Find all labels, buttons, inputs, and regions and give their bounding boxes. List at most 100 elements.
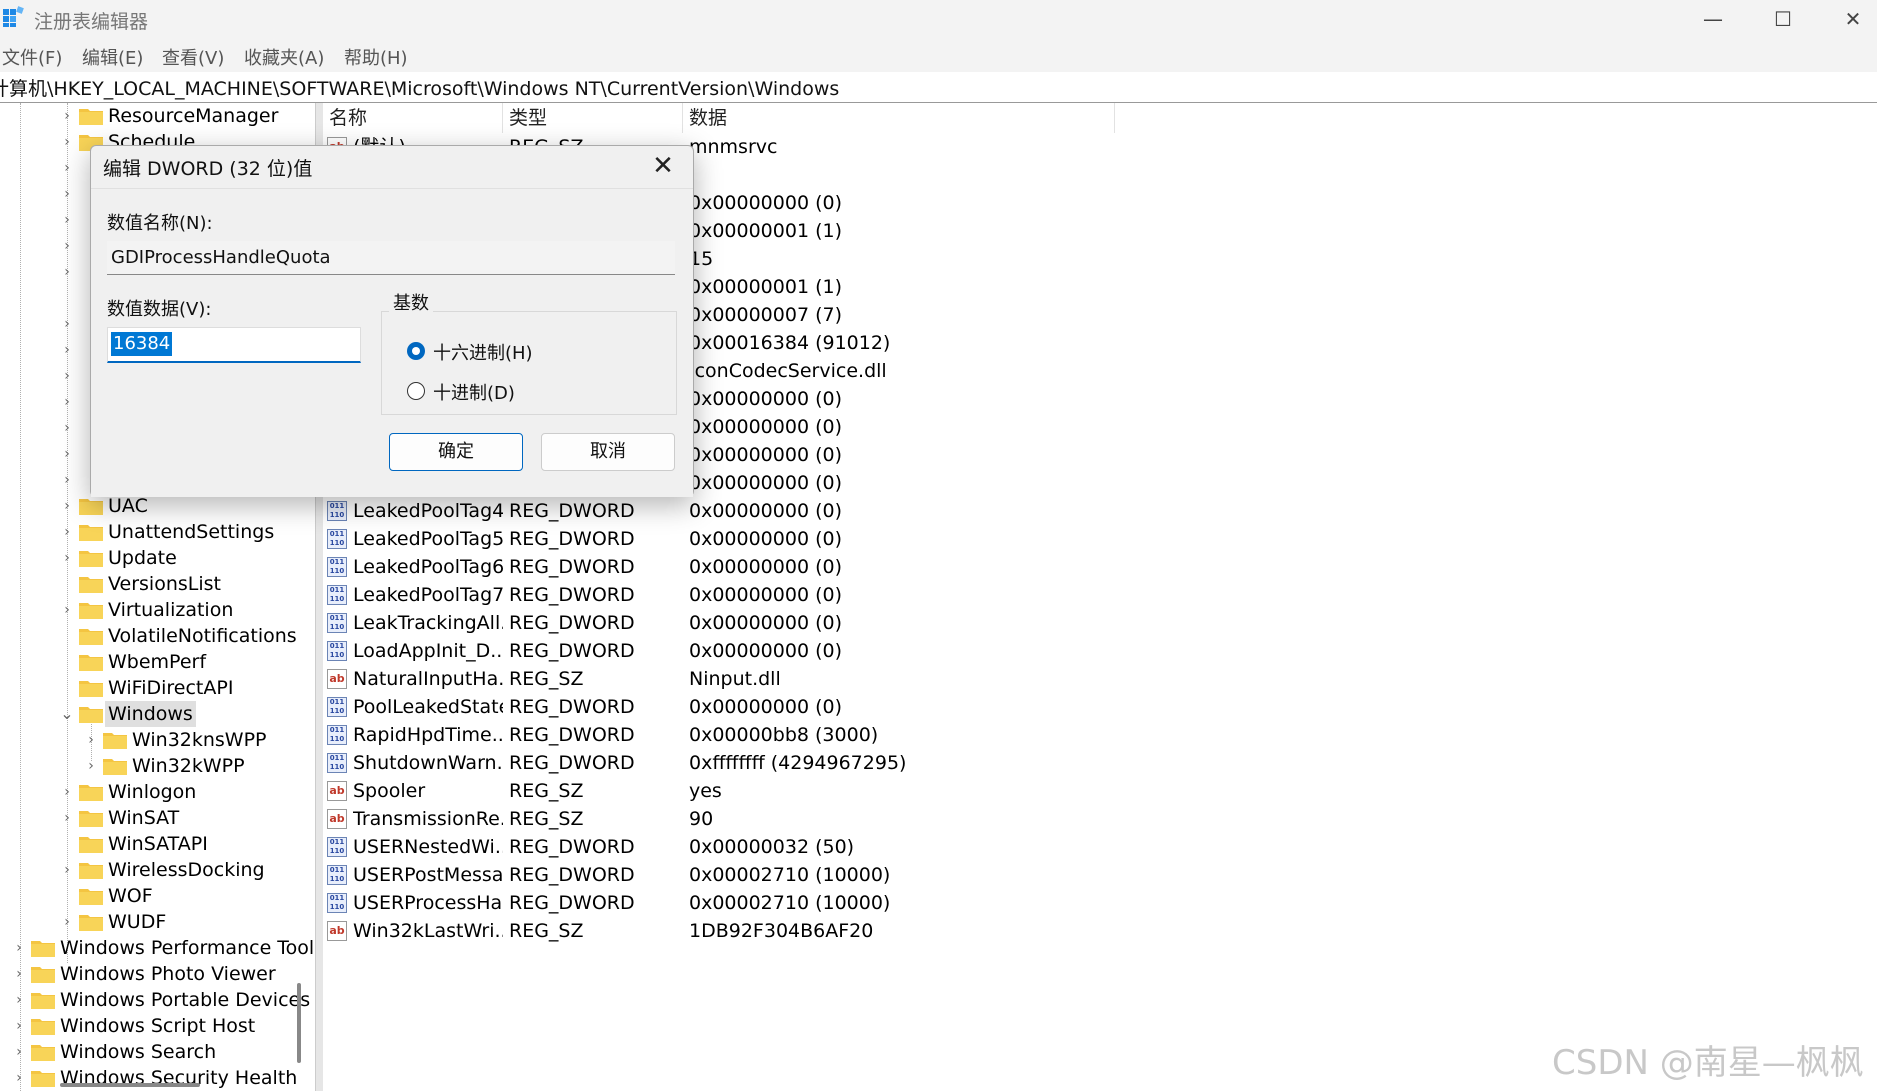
chevron-right-icon[interactable]: › [84,753,98,779]
radio-decimal[interactable] [407,382,425,400]
menu-favorites[interactable]: 收藏夹(A) [244,44,324,70]
folder-icon [79,577,103,593]
dialog-close-button[interactable]: ✕ [641,146,685,186]
chevron-right-icon[interactable]: › [60,779,74,805]
dword-value-icon [327,893,347,913]
radio-hex-label[interactable]: 十六进制(H) [433,339,533,365]
radio-hex[interactable] [407,342,425,360]
cancel-button[interactable]: 取消 [541,433,675,471]
chevron-right-icon[interactable]: › [60,467,74,493]
dword-value-icon [327,585,347,605]
chevron-right-icon[interactable]: › [60,909,74,935]
chevron-right-icon[interactable]: › [60,337,74,363]
menu-file[interactable]: 文件(F) [2,44,62,70]
chevron-right-icon[interactable]: › [60,389,74,415]
value-type: REG_DWORD [509,696,635,718]
chevron-right-icon[interactable]: › [60,233,74,259]
chevron-right-icon[interactable]: › [12,1039,26,1065]
chevron-right-icon[interactable]: › [60,805,74,831]
value-name: LeakedPoolTag6 [353,556,503,578]
list-row[interactable]: LeakTrackingAll... REG_DWORD 0x00000000 … [323,609,1323,637]
menu-view[interactable]: 查看(V) [162,44,224,70]
list-row[interactable]: ab Spooler REG_SZ yes [323,777,1323,805]
chevron-right-icon[interactable]: › [60,493,74,519]
list-row[interactable]: RapidHpdTime... REG_DWORD 0x00000bb8 (30… [323,721,1323,749]
list-row[interactable]: ab Win32kLastWri... REG_SZ 1DB92F304B6AF… [323,917,1323,945]
chevron-right-icon[interactable]: › [12,1065,26,1091]
list-row[interactable]: USERPostMessa... REG_DWORD 0x00002710 (1… [323,861,1323,889]
address-bar[interactable]: 计算机\HKEY_LOCAL_MACHINE\SOFTWARE\Microsof… [0,72,1877,103]
chevron-right-icon[interactable]: › [60,519,74,545]
tree-item-label: Windows [105,701,196,727]
chevron-right-icon[interactable]: › [60,103,74,129]
window-title: 注册表编辑器 [34,11,149,33]
chevron-right-icon[interactable]: › [60,207,74,233]
value-name: Win32kLastWri... [353,920,503,942]
list-row[interactable]: USERProcessHa... REG_DWORD 0x00002710 (1… [323,889,1323,917]
chevron-right-icon[interactable]: › [60,363,74,389]
chevron-right-icon[interactable]: › [60,129,74,155]
value-type: REG_SZ [509,780,584,802]
folder-icon [31,1071,55,1087]
folder-icon [79,655,103,671]
chevron-right-icon[interactable]: › [60,441,74,467]
maximize-button[interactable]: ☐ [1748,0,1818,38]
chevron-right-icon[interactable]: › [12,961,26,987]
value-data-label: 数值数据(V): [107,299,212,320]
chevron-right-icon[interactable]: › [12,987,26,1013]
tree-vertical-scrollbar[interactable] [297,983,301,1063]
value-data: Ninput.dll [689,668,781,690]
value-data: 0xffffffff (4294967295) [689,752,907,774]
value-data-field[interactable]: 16384 [107,327,361,363]
close-button[interactable]: ✕ [1818,0,1877,38]
chevron-right-icon[interactable]: › [12,935,26,961]
column-header-data[interactable]: 数据 [683,103,1115,133]
tree-item-label: Win32knsWPP [132,729,267,751]
folder-icon [31,993,55,1009]
list-row[interactable]: PoolLeakedState REG_DWORD 0x00000000 (0) [323,693,1323,721]
menu-help[interactable]: 帮助(H) [344,44,408,70]
chevron-right-icon[interactable]: › [84,727,98,753]
chevron-right-icon[interactable]: › [60,181,74,207]
menu-bar: 文件(F) 编辑(E) 查看(V) 收藏夹(A) 帮助(H) [0,38,1877,72]
chevron-right-icon[interactable]: › [60,597,74,623]
dialog-body: 数值名称(N): GDIProcessHandleQuota 数值数据(V): … [91,188,693,497]
list-row[interactable]: LeakedPoolTag5 REG_DWORD 0x00000000 (0) [323,525,1323,553]
list-row[interactable]: LeakedPoolTag7 REG_DWORD 0x00000000 (0) [323,581,1323,609]
value-data: IconCodecService.dll [689,360,887,382]
tree-horizontal-scrollbar[interactable] [60,1083,200,1087]
chevron-right-icon[interactable]: › [60,311,74,337]
address-path: 计算机\HKEY_LOCAL_MACHINE\SOFTWARE\Microsof… [0,78,840,100]
chevron-right-icon[interactable]: › [12,1013,26,1039]
column-header-type[interactable]: 类型 [503,103,683,133]
value-data: 0x00000007 (7) [689,304,842,326]
tree-item-label: UnattendSettings [108,521,275,543]
value-data-text: 16384 [111,332,173,356]
chevron-right-icon[interactable]: › [60,259,74,285]
chevron-right-icon[interactable]: › [60,155,74,181]
chevron-right-icon[interactable]: › [60,545,74,571]
value-data: 0x00000001 (1) [689,276,842,298]
column-header-name[interactable]: 名称 [323,103,503,133]
list-row[interactable]: ab NaturalInputHa... REG_SZ Ninput.dll [323,665,1323,693]
list-row[interactable]: ShutdownWarn... REG_DWORD 0xffffffff (42… [323,749,1323,777]
list-row[interactable]: LeakedPoolTag4 REG_DWORD 0x00000000 (0) [323,497,1323,525]
value-name: USERProcessHa... [353,892,503,914]
chevron-right-icon[interactable]: › [60,857,74,883]
ok-button[interactable]: 确定 [389,433,523,471]
menu-edit[interactable]: 编辑(E) [82,44,143,70]
dword-value-icon [327,557,347,577]
minimize-button[interactable]: — [1678,0,1748,38]
radio-decimal-label[interactable]: 十进制(D) [433,379,515,405]
value-data: 0x00016384 (91012) [689,332,891,354]
folder-icon [79,551,103,567]
list-row[interactable]: LeakedPoolTag6 REG_DWORD 0x00000000 (0) [323,553,1323,581]
list-row[interactable]: USERNestedWi... REG_DWORD 0x00000032 (50… [323,833,1323,861]
chevron-right-icon[interactable]: › [60,415,74,441]
value-name-field[interactable]: GDIProcessHandleQuota [107,241,675,275]
list-row[interactable]: LoadAppInit_D... REG_DWORD 0x00000000 (0… [323,637,1323,665]
chevron-down-icon[interactable]: ⌄ [60,701,74,727]
list-row[interactable]: ab TransmissionRe... REG_SZ 90 [323,805,1323,833]
folder-icon [79,785,103,801]
folder-icon [79,837,103,853]
